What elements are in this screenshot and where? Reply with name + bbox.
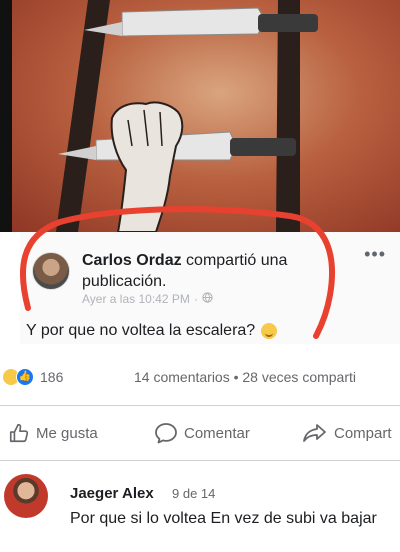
divider (0, 460, 400, 461)
share-label: Compart (334, 424, 392, 442)
meme-illustration (0, 0, 400, 232)
hand-drawing (110, 101, 184, 232)
reaction-count[interactable]: 186 (40, 369, 63, 385)
post-menu-button[interactable]: ••• (364, 244, 386, 265)
comment-button[interactable]: Comentar (154, 422, 250, 444)
share-button[interactable]: Compart (302, 422, 392, 444)
comment-label: Comentar (184, 424, 250, 442)
post-author-line: Carlos Ordaz compartió una publicación. (82, 250, 342, 292)
post-text-content: Y por que no voltea la escalera? (26, 322, 256, 339)
post-meta: Ayer a las 10:42 PM · (82, 292, 213, 306)
share-arrow-icon (302, 422, 328, 444)
post-author-name[interactable]: Carlos Ordaz (82, 252, 182, 269)
author-avatar[interactable] (32, 252, 70, 290)
globe-icon (202, 292, 213, 306)
reaction-stats-row: 👍 186 14 comentarios • 28 veces comparti (0, 362, 400, 392)
divider (0, 405, 400, 406)
post-timestamp[interactable]: Ayer a las 10:42 PM (82, 292, 190, 306)
post-action-bar: Me gusta Comentar Compart (0, 416, 400, 452)
separator-dot: · (193, 292, 198, 306)
commenter-avatar[interactable] (4, 474, 48, 518)
thumbs-up-icon (8, 422, 30, 444)
like-reaction-icon[interactable]: 👍 (16, 368, 34, 386)
commenter-name[interactable]: Jaeger Alex (70, 485, 154, 502)
comment-text: Por que si lo voltea En vez de subi va b… (70, 510, 377, 527)
grin-emoji-icon (261, 323, 278, 339)
like-button[interactable]: Me gusta (8, 422, 98, 444)
comment-date[interactable]: 9 de 14 (172, 486, 215, 501)
post-text: Y por que no voltea la escalera? (26, 322, 278, 340)
comments-shares-count[interactable]: 14 comentarios • 28 veces comparti (134, 369, 356, 385)
comment-bubble-icon (154, 422, 178, 444)
shared-post-card[interactable]: Carlos Ordaz compartió una publicación. … (20, 232, 400, 344)
like-label: Me gusta (36, 424, 98, 442)
